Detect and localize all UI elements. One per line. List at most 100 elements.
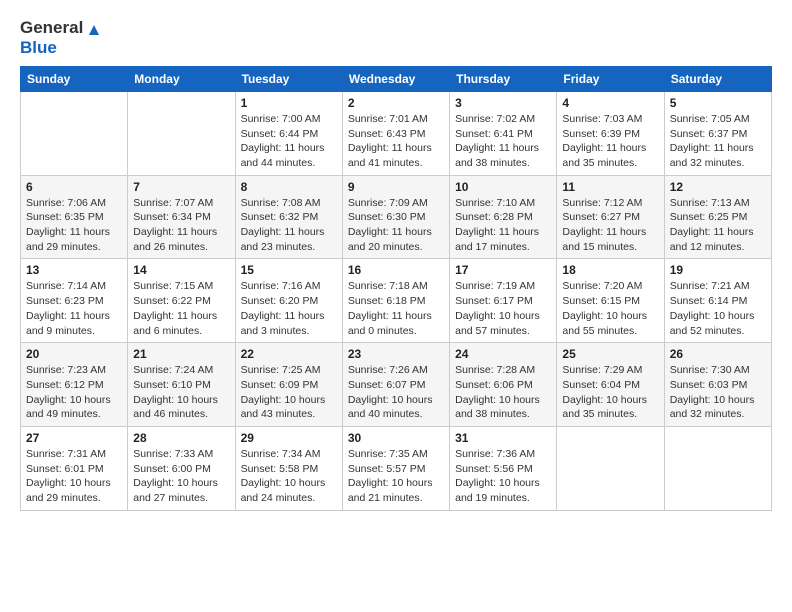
day-number: 3 [455, 96, 551, 110]
day-cell: 6 Sunrise: 7:06 AM Sunset: 6:35 PM Daylig… [21, 175, 128, 259]
day-number: 24 [455, 347, 551, 361]
day-detail: Sunrise: 7:20 AM Sunset: 6:15 PM Dayligh… [562, 279, 658, 338]
day-detail: Sunrise: 7:14 AM Sunset: 6:23 PM Dayligh… [26, 279, 122, 338]
day-detail: Sunrise: 7:01 AM Sunset: 6:43 PM Dayligh… [348, 112, 444, 171]
day-cell: 27Sunrise: 7:31 AM Sunset: 6:01 PM Dayli… [21, 426, 128, 510]
day-number: 13 [26, 263, 122, 277]
day-cell: 19 Sunrise: 7:21 AM Sunset: 6:14 PM Dayli… [664, 259, 771, 343]
day-number: 5 [670, 96, 766, 110]
calendar-table: SundayMondayTuesdayWednesdayThursdayFrid… [20, 66, 772, 511]
day-cell [664, 426, 771, 510]
day-detail: Sunrise: 7:21 AM Sunset: 6:14 PM Dayligh… [670, 279, 766, 338]
day-number: 14 [133, 263, 229, 277]
day-cell: 12Sunrise: 7:13 AM Sunset: 6:25 PM Dayli… [664, 175, 771, 259]
day-cell: 11Sunrise: 7:12 AM Sunset: 6:27 PM Dayli… [557, 175, 664, 259]
day-cell: 3 Sunrise: 7:02 AM Sunset: 6:41 PM Daylig… [450, 91, 557, 175]
day-cell: 7Sunrise: 7:07 AM Sunset: 6:34 PM Daylig… [128, 175, 235, 259]
day-detail: Sunrise: 7:03 AM Sunset: 6:39 PM Dayligh… [562, 112, 658, 171]
day-detail: Sunrise: 7:10 AM Sunset: 6:28 PM Dayligh… [455, 196, 551, 255]
day-detail: Sunrise: 7:23 AM Sunset: 6:12 PM Dayligh… [26, 363, 122, 422]
day-cell: 30 Sunrise: 7:35 AM Sunset: 5:57 PM Dayli… [342, 426, 449, 510]
day-cell: 13 Sunrise: 7:14 AM Sunset: 6:23 PM Dayli… [21, 259, 128, 343]
day-detail: Sunrise: 7:02 AM Sunset: 6:41 PM Dayligh… [455, 112, 551, 171]
day-number: 25 [562, 347, 658, 361]
day-number: 8 [241, 180, 337, 194]
day-detail: Sunrise: 7:06 AM Sunset: 6:35 PM Dayligh… [26, 196, 122, 255]
day-detail: Sunrise: 7:18 AM Sunset: 6:18 PM Dayligh… [348, 279, 444, 338]
weekday-header-tuesday: Tuesday [235, 66, 342, 91]
day-number: 29 [241, 431, 337, 445]
day-number: 30 [348, 431, 444, 445]
day-detail: Sunrise: 7:31 AM Sunset: 6:01 PM Dayligh… [26, 447, 122, 506]
day-number: 21 [133, 347, 229, 361]
day-cell: 24 Sunrise: 7:28 AM Sunset: 6:06 PM Dayli… [450, 343, 557, 427]
day-cell: 31Sunrise: 7:36 AM Sunset: 5:56 PM Dayli… [450, 426, 557, 510]
day-number: 4 [562, 96, 658, 110]
weekday-header-row: SundayMondayTuesdayWednesdayThursdayFrid… [21, 66, 772, 91]
day-detail: Sunrise: 7:26 AM Sunset: 6:07 PM Dayligh… [348, 363, 444, 422]
day-number: 26 [670, 347, 766, 361]
day-detail: Sunrise: 7:07 AM Sunset: 6:34 PM Dayligh… [133, 196, 229, 255]
day-cell: 28 Sunrise: 7:33 AM Sunset: 6:00 PM Dayli… [128, 426, 235, 510]
logo: GeneralBlue [20, 18, 103, 58]
day-cell: 4 Sunrise: 7:03 AM Sunset: 6:39 PM Daylig… [557, 91, 664, 175]
day-cell: 26 Sunrise: 7:30 AM Sunset: 6:03 PM Dayli… [664, 343, 771, 427]
day-number: 6 [26, 180, 122, 194]
weekday-header-wednesday: Wednesday [342, 66, 449, 91]
day-detail: Sunrise: 7:05 AM Sunset: 6:37 PM Dayligh… [670, 112, 766, 171]
day-number: 9 [348, 180, 444, 194]
week-row-1: 1Sunrise: 7:00 AM Sunset: 6:44 PM Daylig… [21, 91, 772, 175]
day-cell: 10 Sunrise: 7:10 AM Sunset: 6:28 PM Dayli… [450, 175, 557, 259]
day-detail: Sunrise: 7:19 AM Sunset: 6:17 PM Dayligh… [455, 279, 551, 338]
weekday-header-monday: Monday [128, 66, 235, 91]
day-cell: 25 Sunrise: 7:29 AM Sunset: 6:04 PM Dayli… [557, 343, 664, 427]
day-detail: Sunrise: 7:35 AM Sunset: 5:57 PM Dayligh… [348, 447, 444, 506]
week-row-4: 20 Sunrise: 7:23 AM Sunset: 6:12 PM Dayli… [21, 343, 772, 427]
day-detail: Sunrise: 7:33 AM Sunset: 6:00 PM Dayligh… [133, 447, 229, 506]
week-row-2: 6 Sunrise: 7:06 AM Sunset: 6:35 PM Daylig… [21, 175, 772, 259]
day-detail: Sunrise: 7:28 AM Sunset: 6:06 PM Dayligh… [455, 363, 551, 422]
header: GeneralBlue [20, 18, 772, 58]
day-detail: Sunrise: 7:00 AM Sunset: 6:44 PM Dayligh… [241, 112, 337, 171]
day-cell: 1Sunrise: 7:00 AM Sunset: 6:44 PM Daylig… [235, 91, 342, 175]
logo-triangle-icon [85, 19, 103, 37]
day-detail: Sunrise: 7:29 AM Sunset: 6:04 PM Dayligh… [562, 363, 658, 422]
weekday-header-saturday: Saturday [664, 66, 771, 91]
day-number: 28 [133, 431, 229, 445]
day-cell: 20 Sunrise: 7:23 AM Sunset: 6:12 PM Dayli… [21, 343, 128, 427]
day-cell: 2Sunrise: 7:01 AM Sunset: 6:43 PM Daylig… [342, 91, 449, 175]
day-number: 16 [348, 263, 444, 277]
day-detail: Sunrise: 7:24 AM Sunset: 6:10 PM Dayligh… [133, 363, 229, 422]
weekday-header-sunday: Sunday [21, 66, 128, 91]
day-cell: 29 Sunrise: 7:34 AM Sunset: 5:58 PM Dayli… [235, 426, 342, 510]
day-cell: 22 Sunrise: 7:25 AM Sunset: 6:09 PM Dayli… [235, 343, 342, 427]
day-number: 15 [241, 263, 337, 277]
day-number: 20 [26, 347, 122, 361]
day-cell: 14 Sunrise: 7:15 AM Sunset: 6:22 PM Dayli… [128, 259, 235, 343]
day-cell [557, 426, 664, 510]
day-number: 18 [562, 263, 658, 277]
week-row-5: 27Sunrise: 7:31 AM Sunset: 6:01 PM Dayli… [21, 426, 772, 510]
day-number: 23 [348, 347, 444, 361]
day-detail: Sunrise: 7:15 AM Sunset: 6:22 PM Dayligh… [133, 279, 229, 338]
day-number: 22 [241, 347, 337, 361]
day-cell [21, 91, 128, 175]
day-cell: 21 Sunrise: 7:24 AM Sunset: 6:10 PM Dayli… [128, 343, 235, 427]
day-cell [128, 91, 235, 175]
day-number: 19 [670, 263, 766, 277]
logo-general-text: General [20, 18, 83, 38]
calendar-page: GeneralBlue SundayMondayTuesdayWednesday… [0, 0, 792, 529]
day-detail: Sunrise: 7:16 AM Sunset: 6:20 PM Dayligh… [241, 279, 337, 338]
day-cell: 9 Sunrise: 7:09 AM Sunset: 6:30 PM Daylig… [342, 175, 449, 259]
weekday-header-thursday: Thursday [450, 66, 557, 91]
day-detail: Sunrise: 7:12 AM Sunset: 6:27 PM Dayligh… [562, 196, 658, 255]
day-number: 10 [455, 180, 551, 194]
weekday-header-friday: Friday [557, 66, 664, 91]
day-detail: Sunrise: 7:30 AM Sunset: 6:03 PM Dayligh… [670, 363, 766, 422]
logo-blue-text: Blue [20, 38, 57, 57]
day-cell: 17Sunrise: 7:19 AM Sunset: 6:17 PM Dayli… [450, 259, 557, 343]
day-detail: Sunrise: 7:34 AM Sunset: 5:58 PM Dayligh… [241, 447, 337, 506]
day-number: 12 [670, 180, 766, 194]
day-detail: Sunrise: 7:25 AM Sunset: 6:09 PM Dayligh… [241, 363, 337, 422]
day-detail: Sunrise: 7:09 AM Sunset: 6:30 PM Dayligh… [348, 196, 444, 255]
